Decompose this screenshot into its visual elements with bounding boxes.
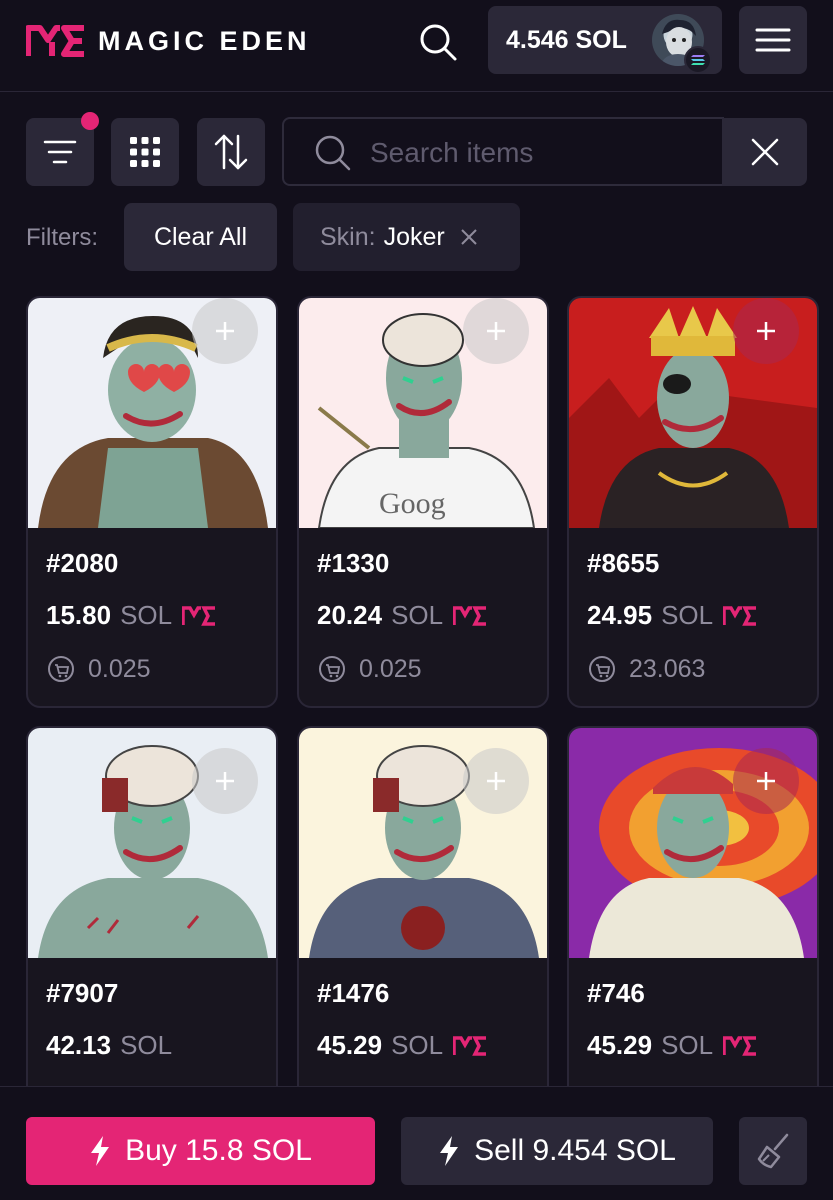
price-value: 24.95 <box>587 600 653 630</box>
search-icon <box>420 24 457 61</box>
item-card[interactable]: #7907 42.13 SOL <box>26 726 278 1138</box>
plus-icon <box>487 772 505 790</box>
price-currency: SOL <box>391 600 444 630</box>
item-name: #1476 <box>317 978 390 1008</box>
search-input[interactable] <box>370 133 710 173</box>
add-to-cart-button[interactable] <box>463 298 529 364</box>
item-card[interactable]: Goog #1330 20.24 SOL 0.025 <box>297 296 549 708</box>
search-field[interactable] <box>282 117 724 186</box>
header-search-button[interactable] <box>418 22 458 62</box>
item-price: 42.13 SOL <box>46 1030 172 1061</box>
wallet-balance: 4.546 SOL <box>506 25 627 54</box>
price-currency: SOL <box>661 1030 714 1060</box>
cart-fee-icon <box>589 656 615 682</box>
magic-eden-logo-icon <box>26 25 84 57</box>
remove-filter-icon[interactable] <box>459 227 479 247</box>
price-value: 20.24 <box>317 600 383 630</box>
magic-eden-logo[interactable]: MAGIC EDEN <box>26 24 311 58</box>
filter-notification-dot <box>81 112 99 130</box>
cart-fee-icon <box>319 656 345 682</box>
item-price: 20.24 SOL <box>317 600 487 631</box>
add-to-cart-button[interactable] <box>733 298 799 364</box>
hamburger-menu-icon <box>755 28 791 52</box>
plus-icon <box>487 322 505 340</box>
filter-chip-key: Skin: <box>320 222 376 251</box>
magic-eden-badge-icon <box>453 605 487 626</box>
item-card[interactable]: #8655 24.95 SOL 23.063 <box>567 296 819 708</box>
plus-icon <box>757 772 775 790</box>
buy-label: Buy 15.8 SOL <box>125 1134 312 1167</box>
buy-button[interactable]: Buy 15.8 SOL <box>26 1117 375 1185</box>
magic-eden-badge-icon <box>723 605 757 626</box>
add-to-cart-button[interactable] <box>463 748 529 814</box>
magic-eden-badge-icon <box>723 1035 757 1056</box>
clear-all-button[interactable]: Clear All <box>124 203 277 271</box>
item-name: #8655 <box>587 548 660 578</box>
wallet-button[interactable]: 4.546 SOL <box>488 6 722 74</box>
price-currency: SOL <box>120 1030 173 1060</box>
top-header: MAGIC EDEN 4.546 SOL <box>0 0 833 92</box>
close-icon <box>751 138 779 166</box>
plus-icon <box>216 322 234 340</box>
price-value: 15.80 <box>46 600 112 630</box>
menu-button[interactable] <box>739 6 807 74</box>
fee-value: 0.025 <box>359 654 422 683</box>
plus-icon <box>757 322 775 340</box>
lightning-icon <box>91 1136 110 1166</box>
filters-label: Filters: <box>26 224 98 251</box>
item-fee: 0.025 <box>46 654 151 684</box>
fee-value: 0.025 <box>88 654 151 683</box>
item-fee: 0.025 <box>317 654 422 684</box>
item-price: 45.29 SOL <box>587 1030 757 1061</box>
price-value: 42.13 <box>46 1030 112 1060</box>
filter-chip-value: Joker <box>383 222 445 251</box>
sort-button[interactable] <box>197 118 265 186</box>
logo-text: MAGIC EDEN <box>98 25 311 56</box>
sell-button[interactable]: Sell 9.454 SOL <box>401 1117 713 1185</box>
price-currency: SOL <box>661 600 714 630</box>
lightning-icon <box>440 1136 459 1166</box>
bottom-action-bar: Buy 15.8 SOL Sell 9.454 SOL <box>0 1086 833 1200</box>
magic-eden-badge-icon <box>182 605 216 626</box>
filter-chip-skin[interactable]: Skin: Joker <box>293 203 520 271</box>
add-to-cart-button[interactable] <box>192 298 258 364</box>
svg-text:Goog: Goog <box>379 487 446 520</box>
solana-icon <box>684 46 712 74</box>
sell-label: Sell 9.454 SOL <box>474 1134 676 1167</box>
sort-icon <box>214 134 248 170</box>
magic-eden-badge-icon <box>453 1035 487 1056</box>
clear-search-button[interactable] <box>722 118 807 186</box>
search-icon <box>315 135 351 171</box>
item-name: #746 <box>587 978 645 1008</box>
price-value: 45.29 <box>317 1030 383 1060</box>
item-card[interactable]: #1476 45.29 SOL <box>297 726 549 1138</box>
grid-view-icon <box>130 137 160 167</box>
broom-icon <box>757 1133 789 1169</box>
item-price: 15.80 SOL <box>46 600 216 631</box>
add-to-cart-button[interactable] <box>192 748 258 814</box>
item-card[interactable]: #746 45.29 SOL <box>567 726 819 1138</box>
price-currency: SOL <box>120 600 173 630</box>
item-price: 45.29 SOL <box>317 1030 487 1061</box>
item-card[interactable]: #2080 15.80 SOL 0.025 <box>26 296 278 708</box>
fee-value: 23.063 <box>629 654 706 683</box>
plus-icon <box>216 772 234 790</box>
item-name: #7907 <box>46 978 119 1008</box>
item-fee: 23.063 <box>587 654 705 684</box>
price-value: 45.29 <box>587 1030 653 1060</box>
add-to-cart-button[interactable] <box>733 748 799 814</box>
item-name: #2080 <box>46 548 119 578</box>
grid-view-button[interactable] <box>111 118 179 186</box>
item-name: #1330 <box>317 548 390 578</box>
price-currency: SOL <box>391 1030 444 1060</box>
cart-fee-icon <box>48 656 74 682</box>
sweep-button[interactable] <box>739 1117 807 1185</box>
item-price: 24.95 SOL <box>587 600 757 631</box>
